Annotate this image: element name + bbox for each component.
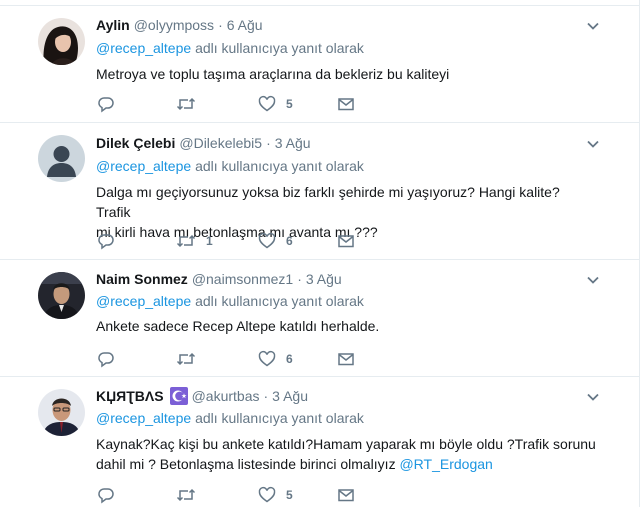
envelope-icon [338, 353, 354, 366]
reply-context: @recep_altepe adlı kullanıcıya yanıt ola… [96, 158, 364, 174]
like-count: 5 [286, 97, 293, 111]
retweet-icon [176, 97, 196, 111]
chevron-down-icon[interactable] [585, 18, 601, 34]
retweet-icon [176, 352, 196, 366]
tweet-date[interactable]: 3 Ağu [306, 271, 342, 287]
reply-context: @recep_altepe adlı kullanıcıya yanıt ola… [96, 40, 364, 56]
tweet-date[interactable]: 3 Ağu [272, 388, 308, 404]
tweet[interactable]: Naim Sonmez @naimsonmez1 · 3 Ağu @recep_… [0, 260, 640, 377]
retweet-button[interactable]: 1 [176, 231, 213, 251]
retweet-icon [176, 234, 196, 248]
reply-button[interactable] [97, 485, 115, 505]
tweet-text-line: Metroya ve toplu taşıma araçlarına da be… [96, 66, 450, 82]
direct-message-button[interactable] [337, 94, 355, 114]
tweet-header: Aylin @olyymposs · 6 Ağu [96, 15, 263, 35]
retweet-button[interactable] [176, 485, 196, 505]
envelope-icon [338, 489, 354, 502]
tweet-header: Dilek Çelebi @Dilekelebi5 · 3 Ağu [96, 133, 311, 153]
retweet-button[interactable] [176, 349, 196, 369]
user-handle[interactable]: @naimsonmez1 [192, 271, 293, 287]
reply-mention-link[interactable]: @recep_altepe [96, 40, 191, 56]
reply-icon [98, 234, 114, 250]
reply-context-text: adlı kullanıcıya yanıt olarak [195, 40, 364, 56]
direct-message-button[interactable] [337, 349, 355, 369]
avatar[interactable] [38, 389, 85, 436]
avatar[interactable] [38, 18, 85, 65]
chevron-down-icon[interactable] [585, 389, 601, 405]
like-button[interactable]: 5 [258, 485, 293, 505]
chevron-down-icon[interactable] [585, 272, 601, 288]
display-name[interactable]: Aylin [96, 17, 130, 33]
tweet-date[interactable]: 6 Ağu [227, 17, 263, 33]
display-name[interactable]: Dilek Çelebi [96, 135, 175, 151]
reply-button[interactable] [97, 231, 115, 251]
tweet-text-line-with-mention: dahil mi ? Betonlaşma listesinde birinci… [96, 454, 596, 474]
crescent-star-icon [169, 387, 188, 405]
tweet-text: Metroya ve toplu taşıma araçlarına da be… [96, 64, 596, 84]
text-mention-link[interactable]: @RT_Erdogan [399, 456, 492, 472]
tweet-header: KЏЯƮBΛS @akurtbas · 3 Ağu [96, 386, 308, 406]
avatar[interactable] [38, 135, 85, 182]
tweet-text-line: Dalga mı geçiyorsunuz yoksa biz farklı ş… [96, 184, 560, 220]
like-button[interactable]: 6 [258, 231, 293, 251]
envelope-icon [338, 235, 354, 248]
tweet-text: Ankete sadece Recep Altepe katıldı herha… [96, 316, 596, 336]
reply-context-text: adlı kullanıcıya yanıt olarak [195, 410, 364, 426]
like-count: 6 [286, 352, 293, 366]
user-handle[interactable]: @akurtbas [192, 388, 260, 404]
tweet[interactable]: Dilek Çelebi @Dilekelebi5 · 3 Ağu @recep… [0, 123, 640, 260]
heart-icon [258, 232, 276, 249]
reply-context-text: adlı kullanıcıya yanıt olarak [195, 293, 364, 309]
display-name[interactable]: Naim Sonmez [96, 271, 188, 287]
tweet-text-line: Kaynak?Kaç kişi bu ankete katıldı?Hamam … [96, 436, 596, 452]
user-handle[interactable]: @olyymposs [134, 17, 214, 33]
separator-dot: · [297, 271, 302, 287]
separator-dot: · [266, 135, 271, 151]
retweet-icon [176, 488, 196, 502]
tweet-text-line: Ankete sadece Recep Altepe katıldı herha… [96, 318, 380, 334]
reply-button[interactable] [97, 94, 115, 114]
direct-message-button[interactable] [337, 231, 355, 251]
retweet-count: 1 [206, 234, 213, 248]
chevron-down-icon[interactable] [585, 136, 601, 152]
reply-button[interactable] [97, 349, 115, 369]
avatar[interactable] [38, 272, 85, 319]
heart-icon [258, 486, 276, 503]
reply-mention-link[interactable]: @recep_altepe [96, 293, 191, 309]
like-count: 5 [286, 488, 293, 502]
reply-mention-link[interactable]: @recep_altepe [96, 158, 191, 174]
heart-icon [258, 350, 276, 367]
reply-context: @recep_altepe adlı kullanıcıya yanıt ola… [96, 410, 364, 426]
like-button[interactable]: 5 [258, 94, 293, 114]
retweet-button[interactable] [176, 94, 196, 114]
timeline: Aylin @olyymposs · 6 Ağu @recep_altepe a… [0, 0, 640, 507]
reply-context: @recep_altepe adlı kullanıcıya yanıt ola… [96, 293, 364, 309]
heart-icon [258, 95, 276, 112]
direct-message-button[interactable] [337, 485, 355, 505]
tweet-header: Naim Sonmez @naimsonmez1 · 3 Ağu [96, 269, 342, 289]
separator-dot: · [263, 388, 269, 404]
tweet[interactable]: Aylin @olyymposs · 6 Ağu @recep_altepe a… [0, 6, 640, 123]
separator-dot: · [218, 17, 223, 33]
tweet-date[interactable]: 3 Ağu [275, 135, 311, 151]
tweet[interactable]: KЏЯƮBΛS @akurtbas · 3 Ağu @recep_altepe … [0, 377, 640, 507]
tweet-text-fragment: dahil mi ? Betonlaşma listesinde birinci… [96, 456, 400, 472]
reply-icon [98, 97, 114, 113]
tweet-text: Kaynak?Kaç kişi bu ankete katıldı?Hamam … [96, 434, 596, 474]
envelope-icon [338, 98, 354, 111]
like-button[interactable]: 6 [258, 349, 293, 369]
display-name[interactable]: KЏЯƮBΛS [96, 388, 164, 404]
reply-mention-link[interactable]: @recep_altepe [96, 410, 191, 426]
reply-icon [98, 488, 114, 504]
user-handle[interactable]: @Dilekelebi5 [179, 135, 262, 151]
reply-context-text: adlı kullanıcıya yanıt olarak [195, 158, 364, 174]
like-count: 6 [286, 234, 293, 248]
reply-icon [98, 352, 114, 368]
